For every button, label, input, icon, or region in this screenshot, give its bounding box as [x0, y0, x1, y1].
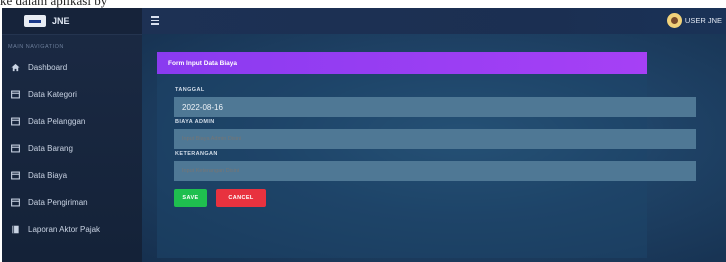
- user-name: USER JNE: [684, 16, 722, 25]
- form-title: Form Input Data Biaya: [157, 52, 647, 74]
- sidebar-item-data-barang[interactable]: Data Barang: [2, 135, 142, 162]
- sidebar-item-label: Data Pengiriman: [28, 198, 88, 207]
- sidebar-item-label: Data Biaya: [28, 171, 68, 180]
- hamburger-icon[interactable]: [151, 16, 159, 25]
- description-field[interactable]: [174, 161, 696, 181]
- sidebar-item-data-kategori[interactable]: Data Kategori: [2, 81, 142, 108]
- admin-fee-field[interactable]: [174, 129, 696, 149]
- logo-icon: [24, 15, 46, 27]
- sidebar-item-data-biaya[interactable]: Data Biaya: [2, 162, 142, 189]
- save-button[interactable]: SAVE: [174, 189, 207, 207]
- book-icon: [10, 225, 20, 235]
- sidebar: JNE MAIN NAVIGATION Dashboard Data Kateg…: [2, 8, 142, 262]
- table-icon: [10, 90, 20, 100]
- main-content: Form Input Data Biaya TANGGAL BIAYA ADMI…: [142, 34, 726, 262]
- sidebar-item-label: Data Pelanggan: [28, 117, 86, 126]
- field-label-keterangan: KETERANGAN: [175, 151, 218, 157]
- sidebar-item-data-pengiriman[interactable]: Data Pengiriman: [2, 189, 142, 216]
- sidebar-item-label: Laporan Aktor Pajak: [28, 225, 101, 234]
- brand[interactable]: JNE: [2, 8, 142, 35]
- table-icon: [10, 198, 20, 208]
- table-icon: [10, 144, 20, 154]
- app-window: JNE MAIN NAVIGATION Dashboard Data Kateg…: [2, 8, 726, 262]
- sidebar-item-label: Data Kategori: [28, 90, 77, 99]
- table-icon: [10, 117, 20, 127]
- top-bar: USER JNE: [142, 8, 726, 34]
- sidebar-item-label: Dashboard: [28, 63, 68, 72]
- avatar: [666, 13, 682, 28]
- sidebar-item-label: Data Barang: [28, 144, 73, 153]
- field-label-biaya-admin: BIAYA ADMIN: [175, 119, 215, 125]
- field-label-tanggal: TANGGAL: [175, 87, 205, 93]
- table-icon: [10, 171, 20, 181]
- caption-text: ke dalam aplikasi by: [0, 0, 108, 8]
- cancel-button[interactable]: CANCEL: [216, 189, 266, 207]
- sidebar-item-laporan-aktor-pajak[interactable]: Laporan Aktor Pajak: [2, 216, 142, 243]
- brand-name: JNE: [52, 16, 70, 26]
- sidebar-item-data-pelanggan[interactable]: Data Pelanggan: [2, 108, 142, 135]
- user-menu[interactable]: USER JNE: [666, 13, 722, 28]
- home-icon: [10, 63, 20, 73]
- form-card: Form Input Data Biaya TANGGAL BIAYA ADMI…: [157, 52, 696, 258]
- nav-header: MAIN NAVIGATION: [8, 44, 64, 50]
- sidebar-item-dashboard[interactable]: Dashboard: [2, 54, 142, 81]
- date-field[interactable]: [174, 97, 696, 117]
